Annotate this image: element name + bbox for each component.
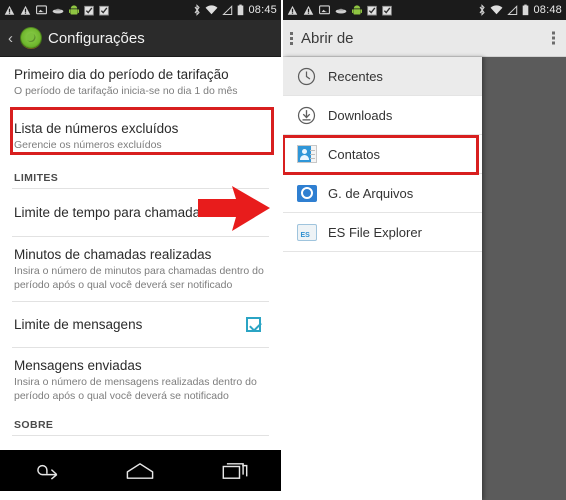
- action-bar: ‹ Configurações: [0, 20, 281, 57]
- drawer-item-file-manager[interactable]: G. de Arquivos: [283, 174, 482, 213]
- bluetooth-icon: [195, 4, 201, 16]
- list-item[interactable]: Primeiro dia do período de tarifação O p…: [0, 57, 281, 107]
- checkbox-app-icon: [99, 5, 109, 16]
- navigation-bar: [0, 450, 281, 491]
- list-item-subtitle: Insira o número de minutos para chamadas…: [14, 265, 264, 291]
- signal-icon: [222, 4, 233, 15]
- screenshot-icon: [36, 5, 47, 15]
- list-item-subtitle: Gerencie os números excluídos: [14, 139, 162, 151]
- warning-icon: [287, 5, 298, 15]
- drawer-item-label: Recentes: [328, 68, 383, 84]
- list-item-title: Limite de mensagens: [14, 317, 143, 332]
- list-item-sent-messages[interactable]: Mensagens enviadas Insira o número de me…: [0, 348, 281, 412]
- page-title: Configurações: [48, 29, 145, 47]
- file-manager-icon: [296, 183, 317, 204]
- list-item-excluded-numbers[interactable]: Lista de números excluídos Gerencie os n…: [0, 108, 281, 165]
- drawer-item-label: Contatos: [328, 146, 381, 162]
- battery-icon: [523, 4, 529, 16]
- drawer-item-label: Downloads: [328, 107, 393, 123]
- signal-icon: [507, 4, 518, 15]
- android-icon: [352, 4, 362, 14]
- message-limit-checkbox[interactable]: [246, 317, 261, 332]
- list-item-message-limit[interactable]: Limite de mensagens: [0, 302, 281, 347]
- settings-list[interactable]: Primeiro dia do período de tarifação O p…: [0, 57, 281, 450]
- drawer-item-label: G. de Arquivos: [328, 185, 414, 201]
- drawer-item-es-file-explorer[interactable]: ES File Explorer: [283, 213, 482, 252]
- status-bar: 08:45: [0, 0, 281, 20]
- list-item-partial[interactable]: [0, 436, 281, 450]
- android-icon: [69, 4, 79, 14]
- overflow-menu-icon[interactable]: [551, 31, 555, 45]
- drawer-item-contatos[interactable]: Contatos: [283, 135, 482, 174]
- checkbox-app-icon: [84, 5, 94, 16]
- es-file-explorer-icon: [296, 222, 317, 243]
- drawer-grip-icon[interactable]: [289, 31, 293, 45]
- list-item-title: Mensagens enviadas: [14, 358, 142, 373]
- action-bar: Abrir de: [283, 20, 566, 57]
- home-icon[interactable]: [125, 462, 155, 480]
- status-bar-notification-icons: [4, 4, 109, 16]
- app-logo-icon: [20, 27, 42, 49]
- status-bar-system-icons: 08:45: [193, 0, 277, 20]
- warning-icon: [20, 5, 31, 15]
- wifi-icon: [206, 4, 218, 14]
- bluetooth-icon: [480, 4, 486, 16]
- screenshot-icon: [319, 5, 330, 15]
- section-header-limites: LIMITES: [14, 172, 59, 184]
- clock-icon: [296, 66, 317, 87]
- left-phone-screenshot: 08:45 ‹ Configurações Primeiro dia do pe…: [0, 0, 283, 500]
- warning-icon: [4, 5, 15, 15]
- status-bar: 08:48: [283, 0, 566, 20]
- dual-screenshot-root: 08:45 ‹ Configurações Primeiro dia do pe…: [0, 0, 566, 500]
- warning-icon: [303, 5, 314, 15]
- back-icon[interactable]: [33, 462, 59, 480]
- status-bar-notification-icons: [287, 4, 392, 16]
- drawer-item-downloads[interactable]: Downloads: [283, 96, 482, 135]
- list-item-title: Primeiro dia do período de tarifação: [14, 67, 229, 82]
- battery-icon: [238, 4, 244, 16]
- checkbox-app-icon: [382, 5, 392, 16]
- list-item-call-time-limit[interactable]: Limite de tempo para chamadas: [0, 189, 281, 236]
- wifi-icon: [491, 4, 503, 14]
- navigation-drawer: Recentes Downloads Contatos G. de Arquiv…: [283, 57, 482, 500]
- ufo-icon: [52, 8, 64, 13]
- list-item-subtitle: O período de tarifação inicia-se no dia …: [14, 85, 238, 97]
- status-bar-clock: 08:48: [533, 4, 562, 16]
- status-bar-clock: 08:45: [248, 4, 277, 16]
- list-item-title: Lista de números excluídos: [14, 121, 179, 136]
- contacts-icon: [296, 144, 317, 165]
- section-header-sobre: SOBRE: [14, 419, 54, 431]
- page-title: Abrir de: [301, 29, 354, 47]
- drawer-item-label: ES File Explorer: [328, 224, 422, 240]
- recents-icon[interactable]: [222, 462, 248, 480]
- list-item-title: Minutos de chamadas realizadas: [14, 247, 212, 262]
- checkbox-app-icon: [367, 5, 377, 16]
- drawer-item-recentes[interactable]: Recentes: [283, 57, 482, 96]
- status-bar-system-icons: 08:48: [478, 0, 562, 20]
- list-item-title: Limite de tempo para chamadas: [14, 205, 207, 220]
- right-phone-screenshot: 08:48 Abrir de Recentes Downloads Contat…: [283, 0, 566, 500]
- ufo-icon: [335, 8, 347, 13]
- list-item-subtitle: Insira o número de mensagens realizadas …: [14, 376, 257, 402]
- up-back-icon[interactable]: ‹: [8, 31, 13, 46]
- list-item-call-minutes[interactable]: Minutos de chamadas realizadas Insira o …: [0, 237, 281, 301]
- drawer-scrim[interactable]: Recentes Downloads Contatos G. de Arquiv…: [283, 57, 566, 500]
- download-icon: [296, 105, 317, 126]
